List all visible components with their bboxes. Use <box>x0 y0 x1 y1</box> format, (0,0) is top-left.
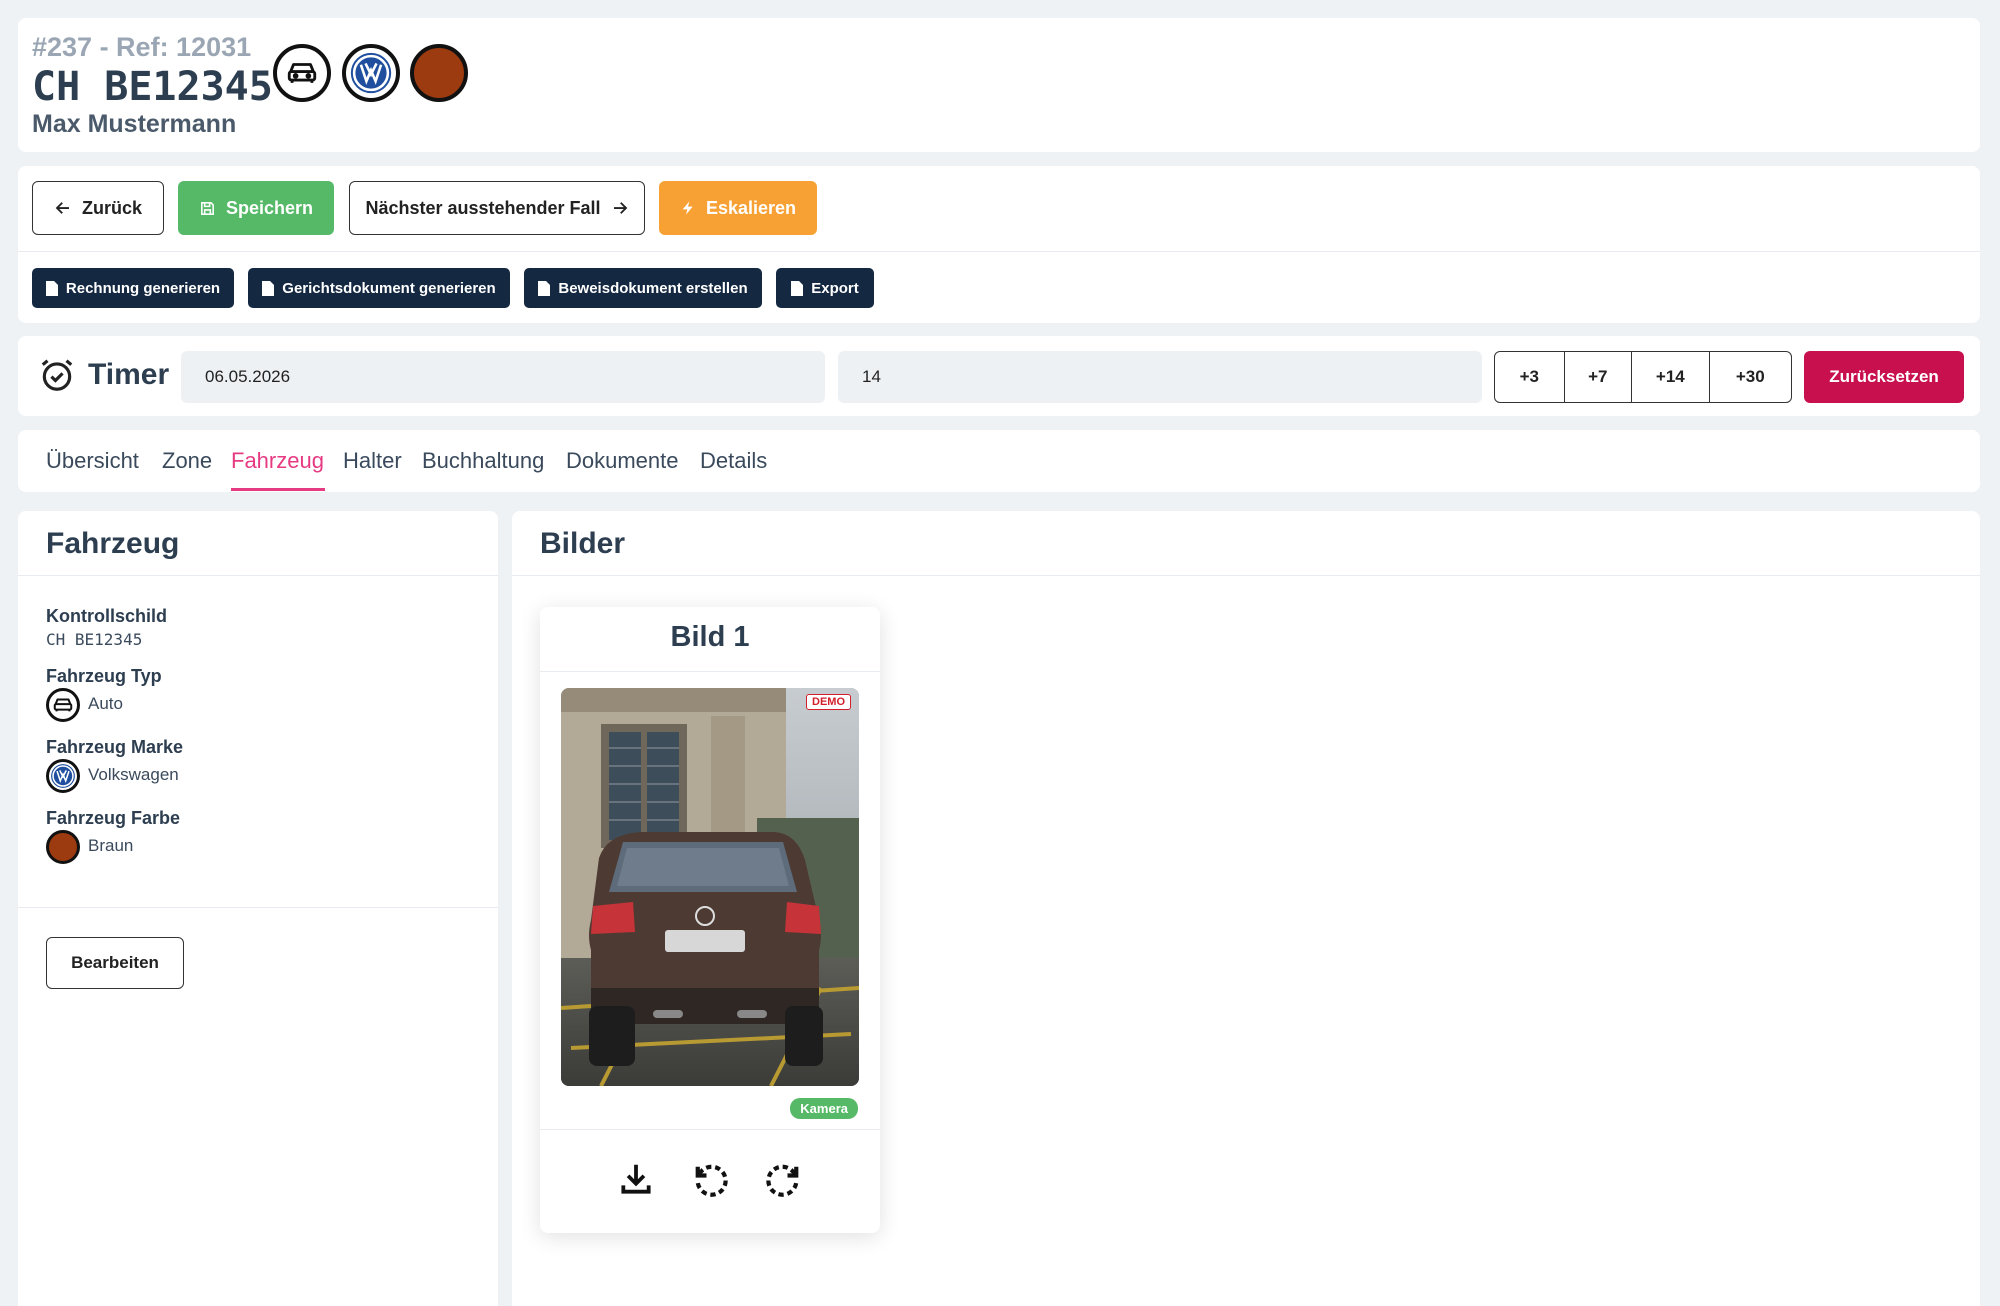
reset-timer-button[interactable]: Zurücksetzen <box>1804 351 1964 403</box>
images-panel: Bilder Bild 1 DEMO Kamera <box>512 511 1980 1306</box>
plate-value: CH BE12345 <box>46 630 143 649</box>
save-label: Speichern <box>225 197 314 218</box>
back-label: Zurück <box>81 197 142 218</box>
vehicle-type-value: Auto <box>88 694 123 713</box>
image-card-title: Bild 1 <box>670 621 750 653</box>
timer-label: Timer <box>88 358 170 391</box>
arrow-right-icon <box>613 202 627 214</box>
add-3-days-button[interactable]: +3 <box>1495 352 1565 402</box>
tab-accounting[interactable]: Buchhaltung <box>422 448 544 474</box>
rotate-left-icon[interactable] <box>688 1157 732 1201</box>
images-panel-title: Bilder <box>540 527 626 560</box>
brown-color-swatch <box>46 830 80 864</box>
action-bar: Zurück Speichern Nächster ausstehender F… <box>18 166 1980 323</box>
volkswagen-logo-icon <box>342 44 400 102</box>
timer-date-input[interactable] <box>181 351 825 403</box>
owner-name: Max Mustermann <box>32 110 237 138</box>
divider <box>540 671 880 672</box>
car-icon <box>46 688 80 722</box>
tab-zone[interactable]: Zone <box>162 448 212 474</box>
timer-days-input[interactable] <box>838 351 1482 403</box>
volkswagen-logo-icon <box>46 759 80 793</box>
generate-court-document-button[interactable]: Gerichtsdokument generieren <box>248 268 510 308</box>
document-icon <box>262 280 275 296</box>
generate-invoice-label: Rechnung generieren <box>65 279 221 297</box>
license-plate-title: CH BE12345 <box>32 64 273 110</box>
image-actions <box>540 1129 880 1229</box>
tab-overview[interactable]: Übersicht <box>46 448 139 474</box>
save-icon <box>201 201 214 215</box>
active-tab-indicator <box>231 488 325 491</box>
image-card: Bild 1 DEMO Kamera <box>540 607 880 1233</box>
document-icon <box>45 280 58 296</box>
create-evidence-document-label: Beweisdokument erstellen <box>558 279 748 297</box>
vehicle-panel: Fahrzeug Kontrollschild CH BE12345 Fahrz… <box>18 511 498 1306</box>
document-icon <box>538 280 551 296</box>
lightning-icon <box>682 201 693 215</box>
vehicle-color-label: Fahrzeug Farbe <box>46 808 181 828</box>
add-7-days-button[interactable]: +7 <box>1565 352 1633 402</box>
escalate-label: Eskalieren <box>705 197 797 218</box>
vehicle-brand-value: Volkswagen <box>88 765 179 784</box>
rotate-right-icon[interactable] <box>762 1157 806 1201</box>
vehicle-brand-label: Fahrzeug Marke <box>46 737 184 757</box>
escalate-button[interactable]: Eskalieren <box>659 181 817 235</box>
add-14-days-button[interactable]: +14 <box>1632 352 1710 402</box>
divider <box>18 907 498 908</box>
plate-label: Kontrollschild <box>46 606 167 626</box>
back-button[interactable]: Zurück <box>32 181 164 235</box>
add-30-days-button[interactable]: +30 <box>1710 352 1791 402</box>
export-label: Export <box>811 279 859 297</box>
divider <box>18 251 1980 252</box>
edit-button[interactable]: Bearbeiten <box>46 937 184 989</box>
image-source-badge: Kamera <box>790 1098 858 1119</box>
tab-holder[interactable]: Halter <box>343 448 402 474</box>
case-reference: #237 - Ref: 12031 <box>32 32 252 62</box>
alarm-clock-icon <box>41 359 73 391</box>
divider <box>18 575 498 576</box>
vehicle-panel-title: Fahrzeug <box>46 527 180 560</box>
generate-invoice-button[interactable]: Rechnung generieren <box>32 268 234 308</box>
next-case-button[interactable]: Nächster ausstehender Fall <box>349 181 645 235</box>
tab-documents[interactable]: Dokumente <box>566 448 679 474</box>
divider <box>512 575 1980 576</box>
timer-add-days-group: +3 +7 +14 +30 <box>1494 351 1792 403</box>
generate-court-document-label: Gerichtsdokument generieren <box>282 279 496 297</box>
next-case-label: Nächster ausstehender Fall <box>365 197 601 218</box>
tab-vehicle[interactable]: Fahrzeug <box>231 448 324 474</box>
brown-color-swatch <box>410 44 468 102</box>
demo-watermark: DEMO <box>806 694 851 710</box>
vehicle-photo[interactable]: DEMO <box>561 688 859 1086</box>
arrow-left-icon <box>55 202 69 214</box>
timer-bar: Timer +3 +7 +14 +30 Zurücksetzen <box>18 336 1980 416</box>
vehicle-photo-illustration <box>561 688 859 1086</box>
save-button[interactable]: Speichern <box>178 181 334 235</box>
document-icon <box>791 280 804 296</box>
car-icon <box>273 44 331 102</box>
download-icon[interactable] <box>614 1157 658 1201</box>
vehicle-type-label: Fahrzeug Typ <box>46 666 162 686</box>
tab-details[interactable]: Details <box>700 448 767 474</box>
create-evidence-document-button[interactable]: Beweisdokument erstellen <box>524 268 762 308</box>
case-header: #237 - Ref: 12031 CH BE12345 Max Musterm… <box>18 18 1980 152</box>
export-button[interactable]: Export <box>776 268 874 308</box>
tab-bar: Übersicht Zone Fahrzeug Halter Buchhaltu… <box>18 430 1980 492</box>
vehicle-color-value: Braun <box>88 836 134 855</box>
